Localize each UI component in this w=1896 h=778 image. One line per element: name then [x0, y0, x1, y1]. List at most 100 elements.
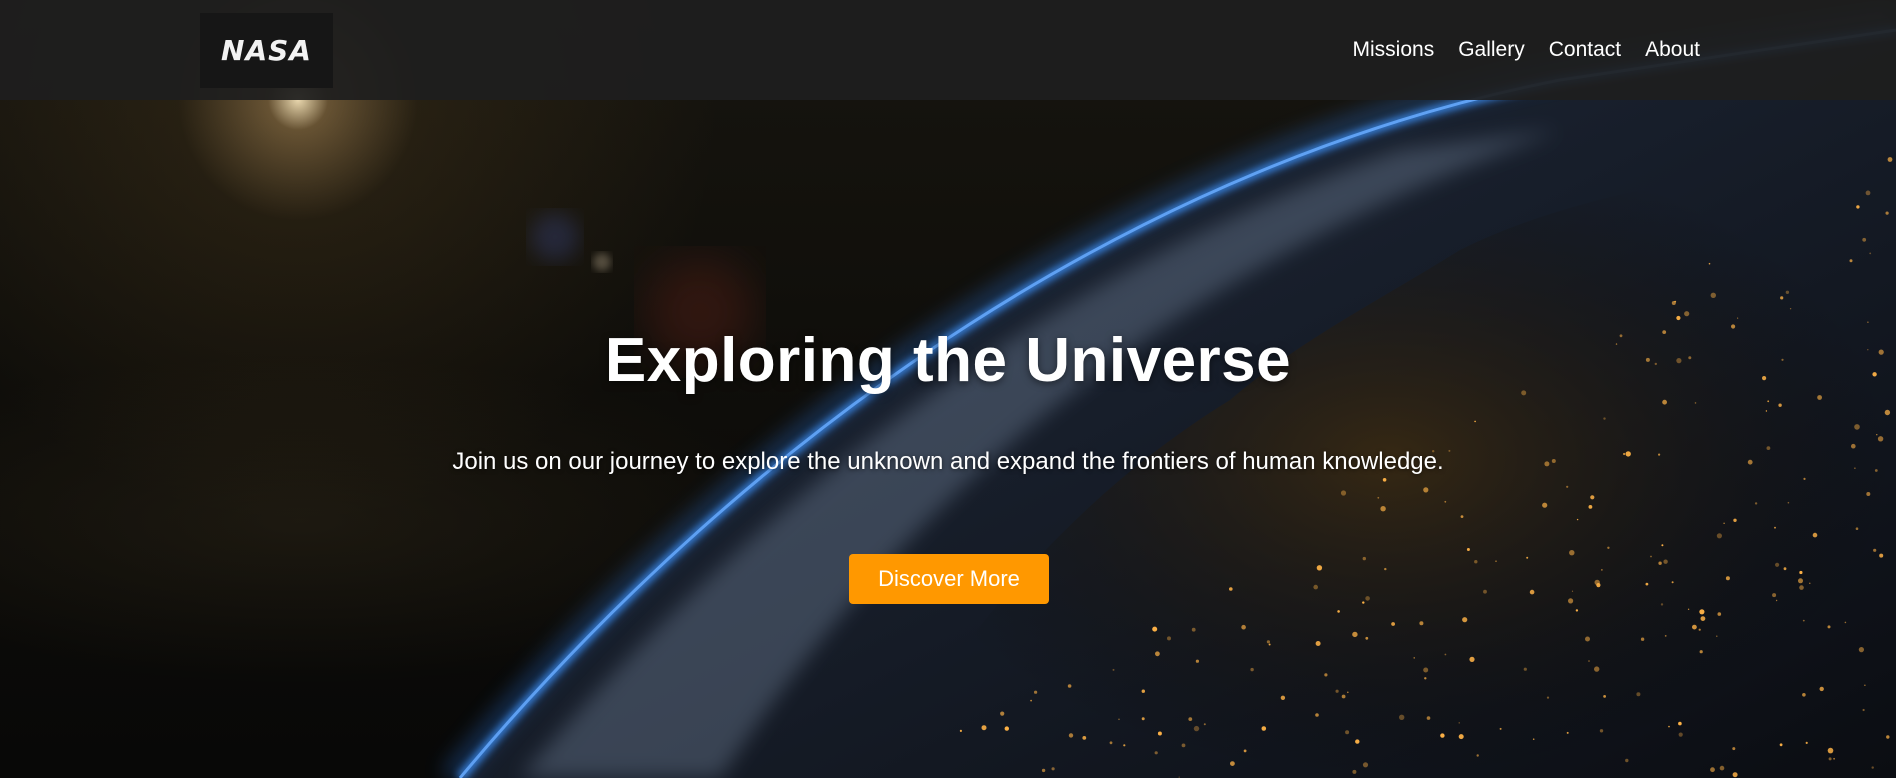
city-light: [1862, 708, 1865, 712]
city-light: [1345, 730, 1350, 735]
city-light: [1384, 567, 1387, 571]
city-light: [981, 725, 987, 731]
city-light: [1708, 262, 1711, 265]
city-light: [1650, 555, 1652, 558]
city-light: [1266, 640, 1270, 644]
city-light: [1658, 561, 1662, 565]
city-light: [1377, 496, 1380, 499]
city-light: [1243, 749, 1247, 753]
city-light: [1423, 667, 1429, 673]
city-light: [1004, 726, 1009, 731]
logo-text: NASA: [221, 34, 312, 67]
city-light: [1365, 636, 1369, 640]
city-light: [1787, 501, 1790, 504]
city-light: [1594, 579, 1600, 586]
city-light: [1191, 627, 1196, 632]
city-light: [1335, 689, 1339, 693]
city-light: [1833, 757, 1835, 760]
city-light: [1340, 490, 1347, 496]
nav-link-gallery[interactable]: Gallery: [1458, 38, 1525, 62]
nav-link-missions[interactable]: Missions: [1353, 38, 1435, 62]
city-light: [1315, 641, 1321, 646]
city-light: [1827, 625, 1831, 629]
city-light: [1778, 403, 1782, 407]
city-light: [1167, 636, 1171, 641]
city-light: [1181, 743, 1186, 748]
city-light: [1193, 725, 1200, 732]
city-light: [1789, 308, 1792, 310]
city-light: [1869, 252, 1872, 255]
city-light: [1546, 696, 1550, 699]
site-header: NASA Missions Gallery Contact About: [0, 0, 1896, 100]
city-light: [1352, 631, 1358, 638]
city-light: [1676, 315, 1681, 321]
city-light: [1783, 567, 1787, 571]
city-light: [1337, 610, 1340, 613]
city-light: [1523, 667, 1527, 671]
city-light: [1241, 624, 1246, 630]
discover-more-button[interactable]: Discover More: [849, 554, 1049, 604]
city-light: [1599, 729, 1604, 733]
city-light: [1462, 617, 1468, 623]
city-light: [1566, 731, 1569, 734]
city-light: [1699, 609, 1705, 615]
city-light: [1716, 635, 1718, 637]
city-light: [1844, 621, 1847, 624]
city-light: [1590, 495, 1595, 500]
city-light: [1699, 650, 1703, 654]
city-light: [1636, 692, 1641, 697]
city-light: [1732, 747, 1736, 751]
city-light: [1856, 205, 1860, 209]
city-light: [1662, 399, 1667, 405]
city-light: [1723, 522, 1725, 524]
city-light: [1864, 684, 1866, 686]
city-light: [1347, 691, 1349, 694]
city-light: [1607, 546, 1610, 549]
city-light: [1660, 603, 1664, 606]
city-light: [1719, 765, 1725, 771]
city-light: [1568, 598, 1574, 604]
city-light: [1879, 553, 1884, 558]
city-light: [1261, 726, 1267, 731]
city-light: [1155, 651, 1160, 657]
city-light: [1858, 647, 1864, 653]
city-light: [1885, 211, 1889, 215]
nasa-logo[interactable]: NASA: [200, 13, 333, 88]
city-light: [1532, 738, 1535, 740]
city-light: [1341, 694, 1346, 699]
city-light: [1123, 744, 1126, 747]
city-light: [1827, 747, 1834, 754]
city-light: [1710, 292, 1717, 298]
city-light: [1585, 636, 1590, 642]
city-light: [1700, 616, 1706, 621]
city-light: [1603, 695, 1606, 698]
city-light: [1109, 741, 1113, 745]
city-light: [1625, 758, 1629, 763]
city-light: [1068, 733, 1074, 738]
city-light: [1458, 734, 1464, 740]
city-light: [1866, 492, 1871, 496]
city-light: [1747, 459, 1753, 465]
city-light: [1671, 581, 1674, 584]
city-light: [1687, 608, 1690, 610]
nav-link-about[interactable]: About: [1645, 38, 1700, 62]
city-light: [1803, 477, 1806, 480]
city-light: [1315, 713, 1319, 717]
city-light: [1732, 772, 1738, 778]
city-light: [1424, 677, 1427, 680]
city-light: [1313, 584, 1318, 590]
city-light: [1588, 660, 1590, 662]
nav-link-contact[interactable]: Contact: [1549, 38, 1621, 62]
city-light: [1766, 446, 1771, 450]
city-light: [1668, 725, 1670, 728]
city-light: [1802, 619, 1805, 622]
city-light: [1034, 690, 1038, 694]
city-light: [1873, 548, 1877, 552]
city-light: [1141, 717, 1145, 721]
city-light: [1775, 562, 1780, 567]
city-light: [1658, 453, 1661, 456]
city-light: [1874, 469, 1878, 472]
city-light: [1529, 589, 1535, 595]
city-light: [1725, 576, 1730, 581]
city-light: [1865, 190, 1871, 196]
